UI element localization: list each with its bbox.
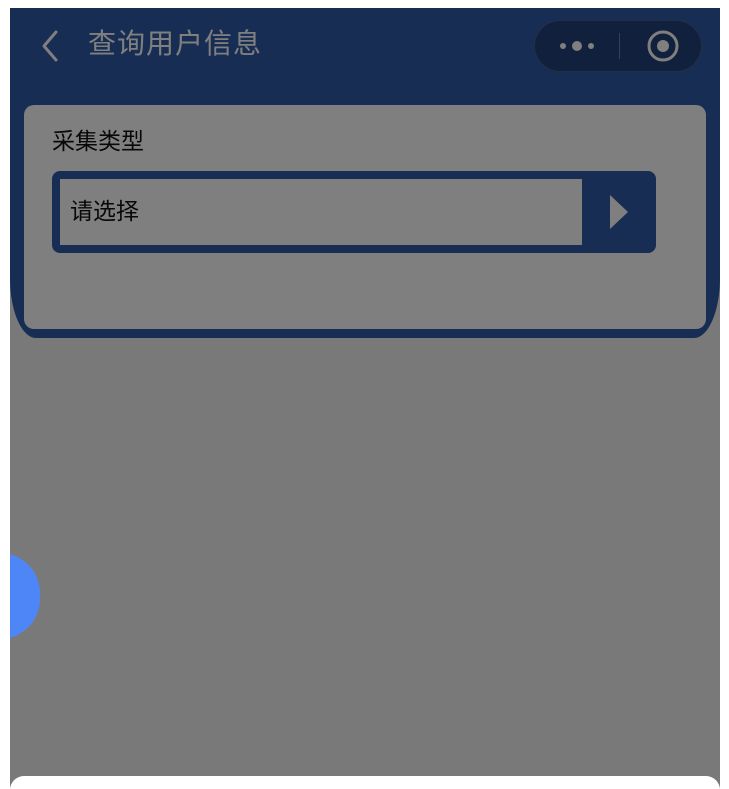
app-screen: 查询用户信息 采集类型 请选择 <box>10 8 720 789</box>
modal-overlay[interactable] <box>10 8 720 789</box>
bottom-sheet <box>10 776 720 789</box>
